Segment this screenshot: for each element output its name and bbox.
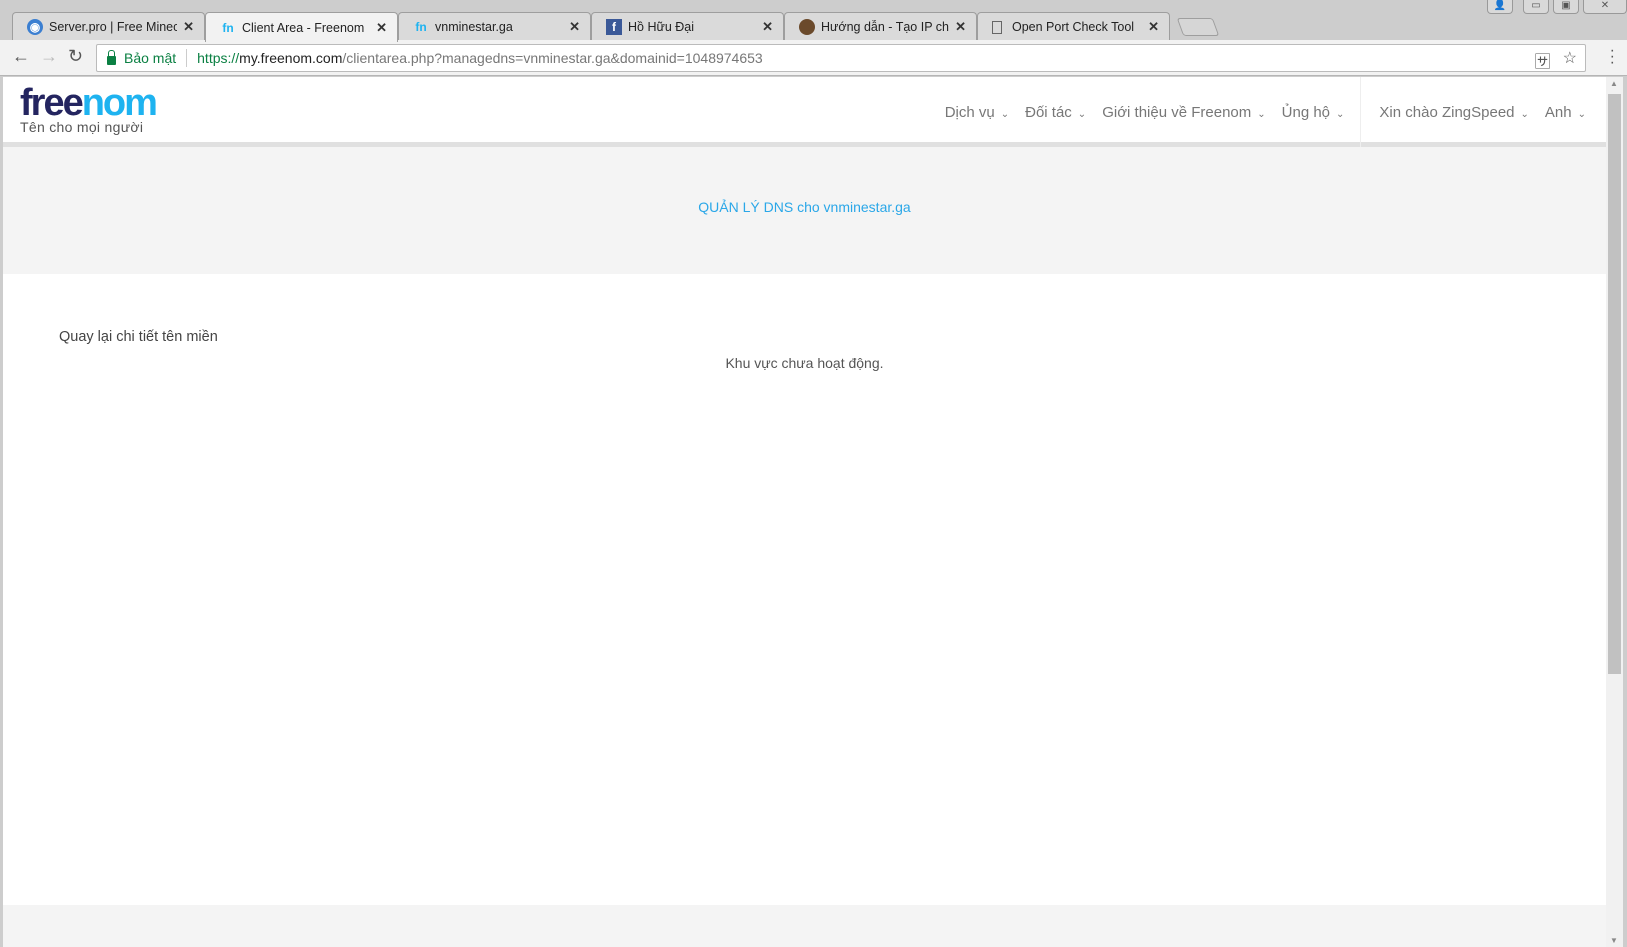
chevron-down-icon: ⌄ xyxy=(1077,108,1087,120)
inactive-notice: Khu vực chưa hoạt động. xyxy=(725,355,884,371)
bookmark-star-icon[interactable]: ☆ xyxy=(1563,48,1577,72)
page-title: QUẢN LÝ DNS cho vnminestar.ga xyxy=(698,199,911,215)
freenom-logo[interactable]: freenom Tên cho mọi người xyxy=(20,84,158,135)
translate-icon[interactable]: 🈂 xyxy=(1535,48,1551,72)
close-tab-icon[interactable]: ✕ xyxy=(569,19,580,35)
forward-arrow-icon[interactable]: → xyxy=(40,46,58,67)
minecraft-icon xyxy=(799,19,815,35)
close-window-button[interactable]: ✕ xyxy=(1583,0,1627,14)
chevron-down-icon: ⌄ xyxy=(1520,108,1529,120)
tab-vnminestar[interactable]: fn vnminestar.ga ✕ xyxy=(398,12,591,41)
serverpro-icon: ◉ xyxy=(27,19,43,35)
user-menu[interactable]: Xin chào ZingSpeed ⌄ xyxy=(1379,104,1529,121)
chevron-down-icon: ⌄ xyxy=(1000,108,1010,120)
tab-open-port[interactable]: Open Port Check Tool ✕ xyxy=(977,12,1170,41)
nav-divider xyxy=(1360,77,1362,147)
tab-huong-dan[interactable]: Hướng dẫn - Tạo IP chữ cho✕ xyxy=(784,12,977,41)
close-tab-icon[interactable]: ✕ xyxy=(762,19,773,35)
close-tab-icon[interactable]: ✕ xyxy=(955,19,966,35)
minimize-button[interactable]: ▭ xyxy=(1523,0,1549,14)
nav-support[interactable]: Ủng hộ ⌄ xyxy=(1282,104,1345,121)
reload-icon[interactable]: ↻ xyxy=(68,46,83,67)
nav-services[interactable]: Dịch vụ ⌄ xyxy=(945,104,1009,121)
nav-about[interactable]: Giới thiệu về Freenom ⌄ xyxy=(1102,104,1265,121)
close-tab-icon[interactable]: ✕ xyxy=(376,20,387,36)
nav-partners[interactable]: Đối tác ⌄ xyxy=(1025,104,1086,121)
footer xyxy=(3,905,1606,947)
back-to-domain-details-link[interactable]: Quay lại chi tiết tên miền xyxy=(59,329,218,345)
address-bar[interactable]: Bảo mật https://my.freenom.com/clientare… xyxy=(96,44,1586,72)
chevron-down-icon: ⌄ xyxy=(1577,108,1586,120)
freenom-icon: fn xyxy=(415,20,427,34)
close-tab-icon[interactable]: ✕ xyxy=(183,19,194,35)
scroll-up-arrow-icon[interactable]: ▲ xyxy=(1610,79,1618,88)
logo-tagline: Tên cho mọi người xyxy=(20,119,144,135)
page-icon xyxy=(992,20,1002,34)
tab-serverpro[interactable]: ◉Server.pro | Free Minecraft✕ xyxy=(12,12,205,41)
tab-facebook[interactable]: f Hồ Hữu Đại ✕ xyxy=(591,12,784,41)
maximize-button[interactable]: ▣ xyxy=(1553,0,1579,14)
back-arrow-icon[interactable]: ← xyxy=(12,46,30,67)
browser-toolbar: ← → ↻ Bảo mật https://my.freenom.com/cli… xyxy=(0,40,1627,76)
tab-client-area[interactable]: fn Client Area - Freenom ✕ xyxy=(205,12,398,42)
main-content: Quay lại chi tiết tên miền Khu vực chưa … xyxy=(3,274,1606,902)
tab-strip: ◉Server.pro | Free Minecraft✕ fnClient A… xyxy=(0,0,1627,42)
profile-icon[interactable]: 👤 xyxy=(1487,0,1513,14)
language-menu[interactable]: Anh ⌄ xyxy=(1545,104,1586,121)
page-scrollbar[interactable]: ▲ ▼ xyxy=(1606,77,1623,947)
freenom-icon: fn xyxy=(222,20,234,35)
url-text[interactable]: https://my.freenom.com/clientarea.php?ma… xyxy=(197,50,763,66)
page-banner: QUẢN LÝ DNS cho vnminestar.ga xyxy=(3,147,1606,274)
lock-icon xyxy=(107,49,116,65)
site-header: freenom Tên cho mọi người Dịch vụ ⌄ Đối t… xyxy=(3,77,1606,147)
new-tab-button[interactable] xyxy=(1176,18,1220,36)
security-label: Bảo mật xyxy=(124,50,177,66)
scrollbar-thumb[interactable] xyxy=(1608,94,1621,674)
facebook-icon: f xyxy=(606,19,622,35)
menu-kebab-icon[interactable]: · · · xyxy=(1610,43,1615,71)
chevron-down-icon: ⌄ xyxy=(1336,108,1345,120)
web-page: freenom Tên cho mọi người Dịch vụ ⌄ Đối t… xyxy=(3,77,1606,947)
scroll-down-arrow-icon[interactable]: ▼ xyxy=(1610,936,1618,945)
main-nav: Dịch vụ ⌄ Đối tác ⌄ Giới thiệu về Freenom ⌄… xyxy=(929,77,1586,147)
chevron-down-icon: ⌄ xyxy=(1257,108,1266,120)
close-tab-icon[interactable]: ✕ xyxy=(1148,19,1159,35)
